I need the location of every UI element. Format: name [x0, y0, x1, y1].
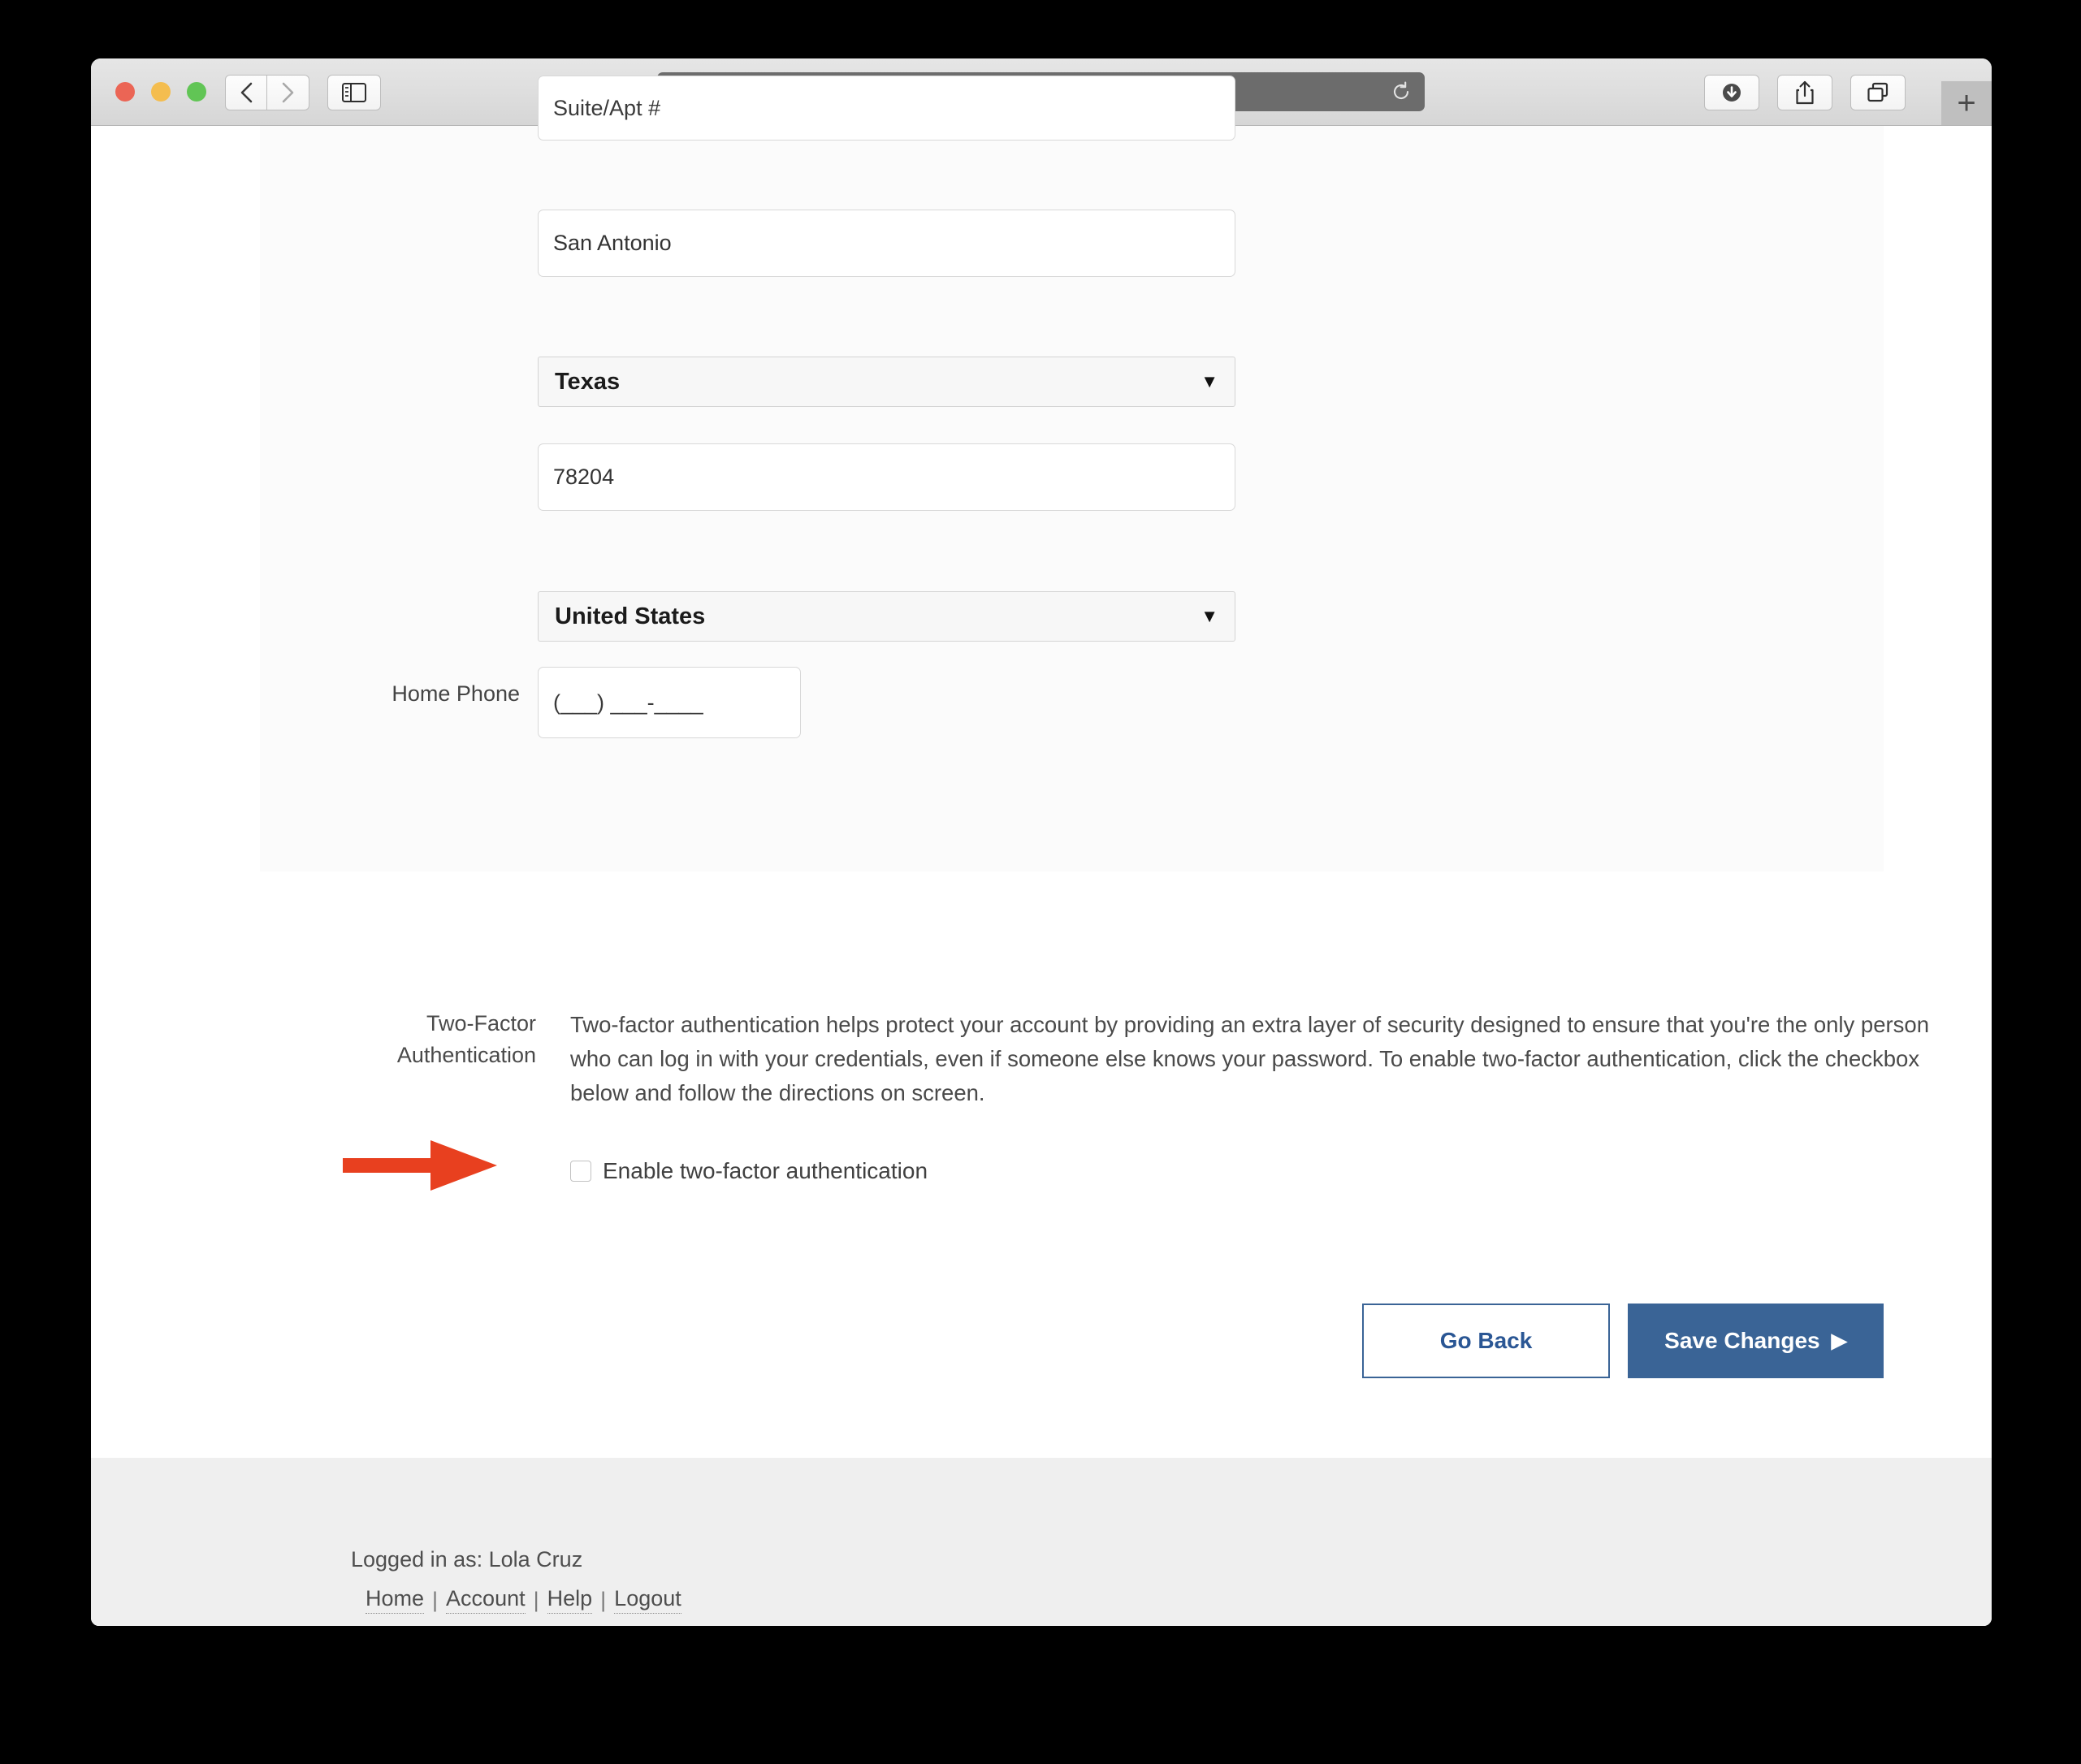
chevron-down-icon: ▼: [1201, 606, 1218, 626]
two-factor-description: Two-factor authentication helps protect …: [570, 1012, 1930, 1106]
footer-link-logout[interactable]: Logout: [614, 1586, 681, 1614]
window-traffic-lights: [115, 82, 206, 102]
reload-icon: [1393, 81, 1409, 99]
chevron-left-icon: [240, 82, 252, 103]
logged-in-as-text: Logged in as: Lola Cruz: [351, 1547, 583, 1572]
city-row: San Antonio: [538, 210, 1235, 277]
home-phone-input[interactable]: (___) ___-____: [538, 667, 801, 738]
suite-apt-input[interactable]: Suite/Apt #: [538, 76, 1235, 141]
tab-overview-icon: [1867, 82, 1888, 102]
page-content: Suite/Apt # San Antonio Texas ▼ 78204 Un…: [91, 76, 1992, 1626]
enable-two-factor-row[interactable]: Enable two-factor authentication: [570, 1158, 928, 1184]
browser-window: srar.selfreportedtranscript.com: [91, 58, 1992, 1626]
sidebar-toggle-button[interactable]: [327, 75, 381, 110]
footer-link-account[interactable]: Account: [446, 1586, 526, 1614]
two-factor-label-line2: Authentication: [396, 1043, 536, 1068]
forward-button[interactable]: [267, 75, 309, 110]
home-phone-row: Home Phone (___) ___-____: [252, 667, 1239, 738]
footer-separator: |: [432, 1587, 439, 1612]
state-select-value: Texas: [555, 368, 621, 395]
enable-two-factor-checkbox[interactable]: [570, 1161, 591, 1182]
zip-input[interactable]: 78204: [538, 443, 1235, 511]
downloads-button[interactable]: [1704, 75, 1759, 110]
form-action-buttons: Go Back Save Changes ▶: [1362, 1304, 1884, 1378]
minimize-window-button[interactable]: [151, 82, 171, 102]
footer-link-home[interactable]: Home: [366, 1586, 425, 1614]
annotation-arrow-icon: [343, 1140, 497, 1191]
state-select[interactable]: Texas ▼: [538, 357, 1235, 407]
city-input[interactable]: San Antonio: [538, 210, 1235, 277]
share-button[interactable]: [1777, 75, 1832, 110]
page-footer: Logged in as: Lola Cruz Home | Account |…: [91, 1458, 1992, 1626]
two-factor-label-line1: Two-Factor: [426, 1011, 536, 1035]
reload-button[interactable]: [1389, 80, 1413, 104]
tab-overview-button[interactable]: [1850, 75, 1906, 110]
close-window-button[interactable]: [115, 82, 135, 102]
back-button[interactable]: [225, 75, 267, 110]
chevron-right-icon: [282, 82, 294, 103]
two-factor-label: Two-Factor Authentication: [260, 1008, 536, 1071]
go-back-button[interactable]: Go Back: [1362, 1304, 1610, 1378]
zip-row: 78204: [538, 443, 1235, 511]
navigation-button-group: [225, 75, 309, 110]
play-caret-icon: ▶: [1831, 1329, 1847, 1352]
chevron-down-icon: ▼: [1201, 371, 1218, 391]
maximize-window-button[interactable]: [187, 82, 206, 102]
save-changes-button[interactable]: Save Changes ▶: [1628, 1304, 1884, 1378]
country-row: United States ▼: [538, 591, 1235, 642]
new-tab-button[interactable]: +: [1941, 81, 1992, 125]
share-icon: [1796, 80, 1814, 105]
footer-separator: |: [533, 1587, 539, 1612]
footer-separator: |: [600, 1587, 607, 1612]
download-icon: [1723, 84, 1741, 102]
save-changes-label: Save Changes: [1664, 1328, 1820, 1353]
go-back-label: Go Back: [1439, 1328, 1533, 1353]
toolbar-right-buttons: [1704, 75, 1906, 110]
footer-links: Home | Account | Help | Logout: [366, 1586, 681, 1614]
country-select[interactable]: United States ▼: [538, 591, 1235, 642]
enable-two-factor-label: Enable two-factor authentication: [603, 1158, 928, 1183]
footer-link-help[interactable]: Help: [547, 1586, 593, 1614]
state-row: Texas ▼: [538, 357, 1235, 407]
sidebar-toggle-icon: [342, 83, 366, 102]
suite-apt-row: Suite/Apt #: [538, 76, 1235, 141]
address-section: Suite/Apt # San Antonio Texas ▼ 78204 Un…: [260, 76, 1884, 871]
country-select-value: United States: [555, 603, 706, 629]
home-phone-label: Home Phone: [392, 681, 520, 706]
